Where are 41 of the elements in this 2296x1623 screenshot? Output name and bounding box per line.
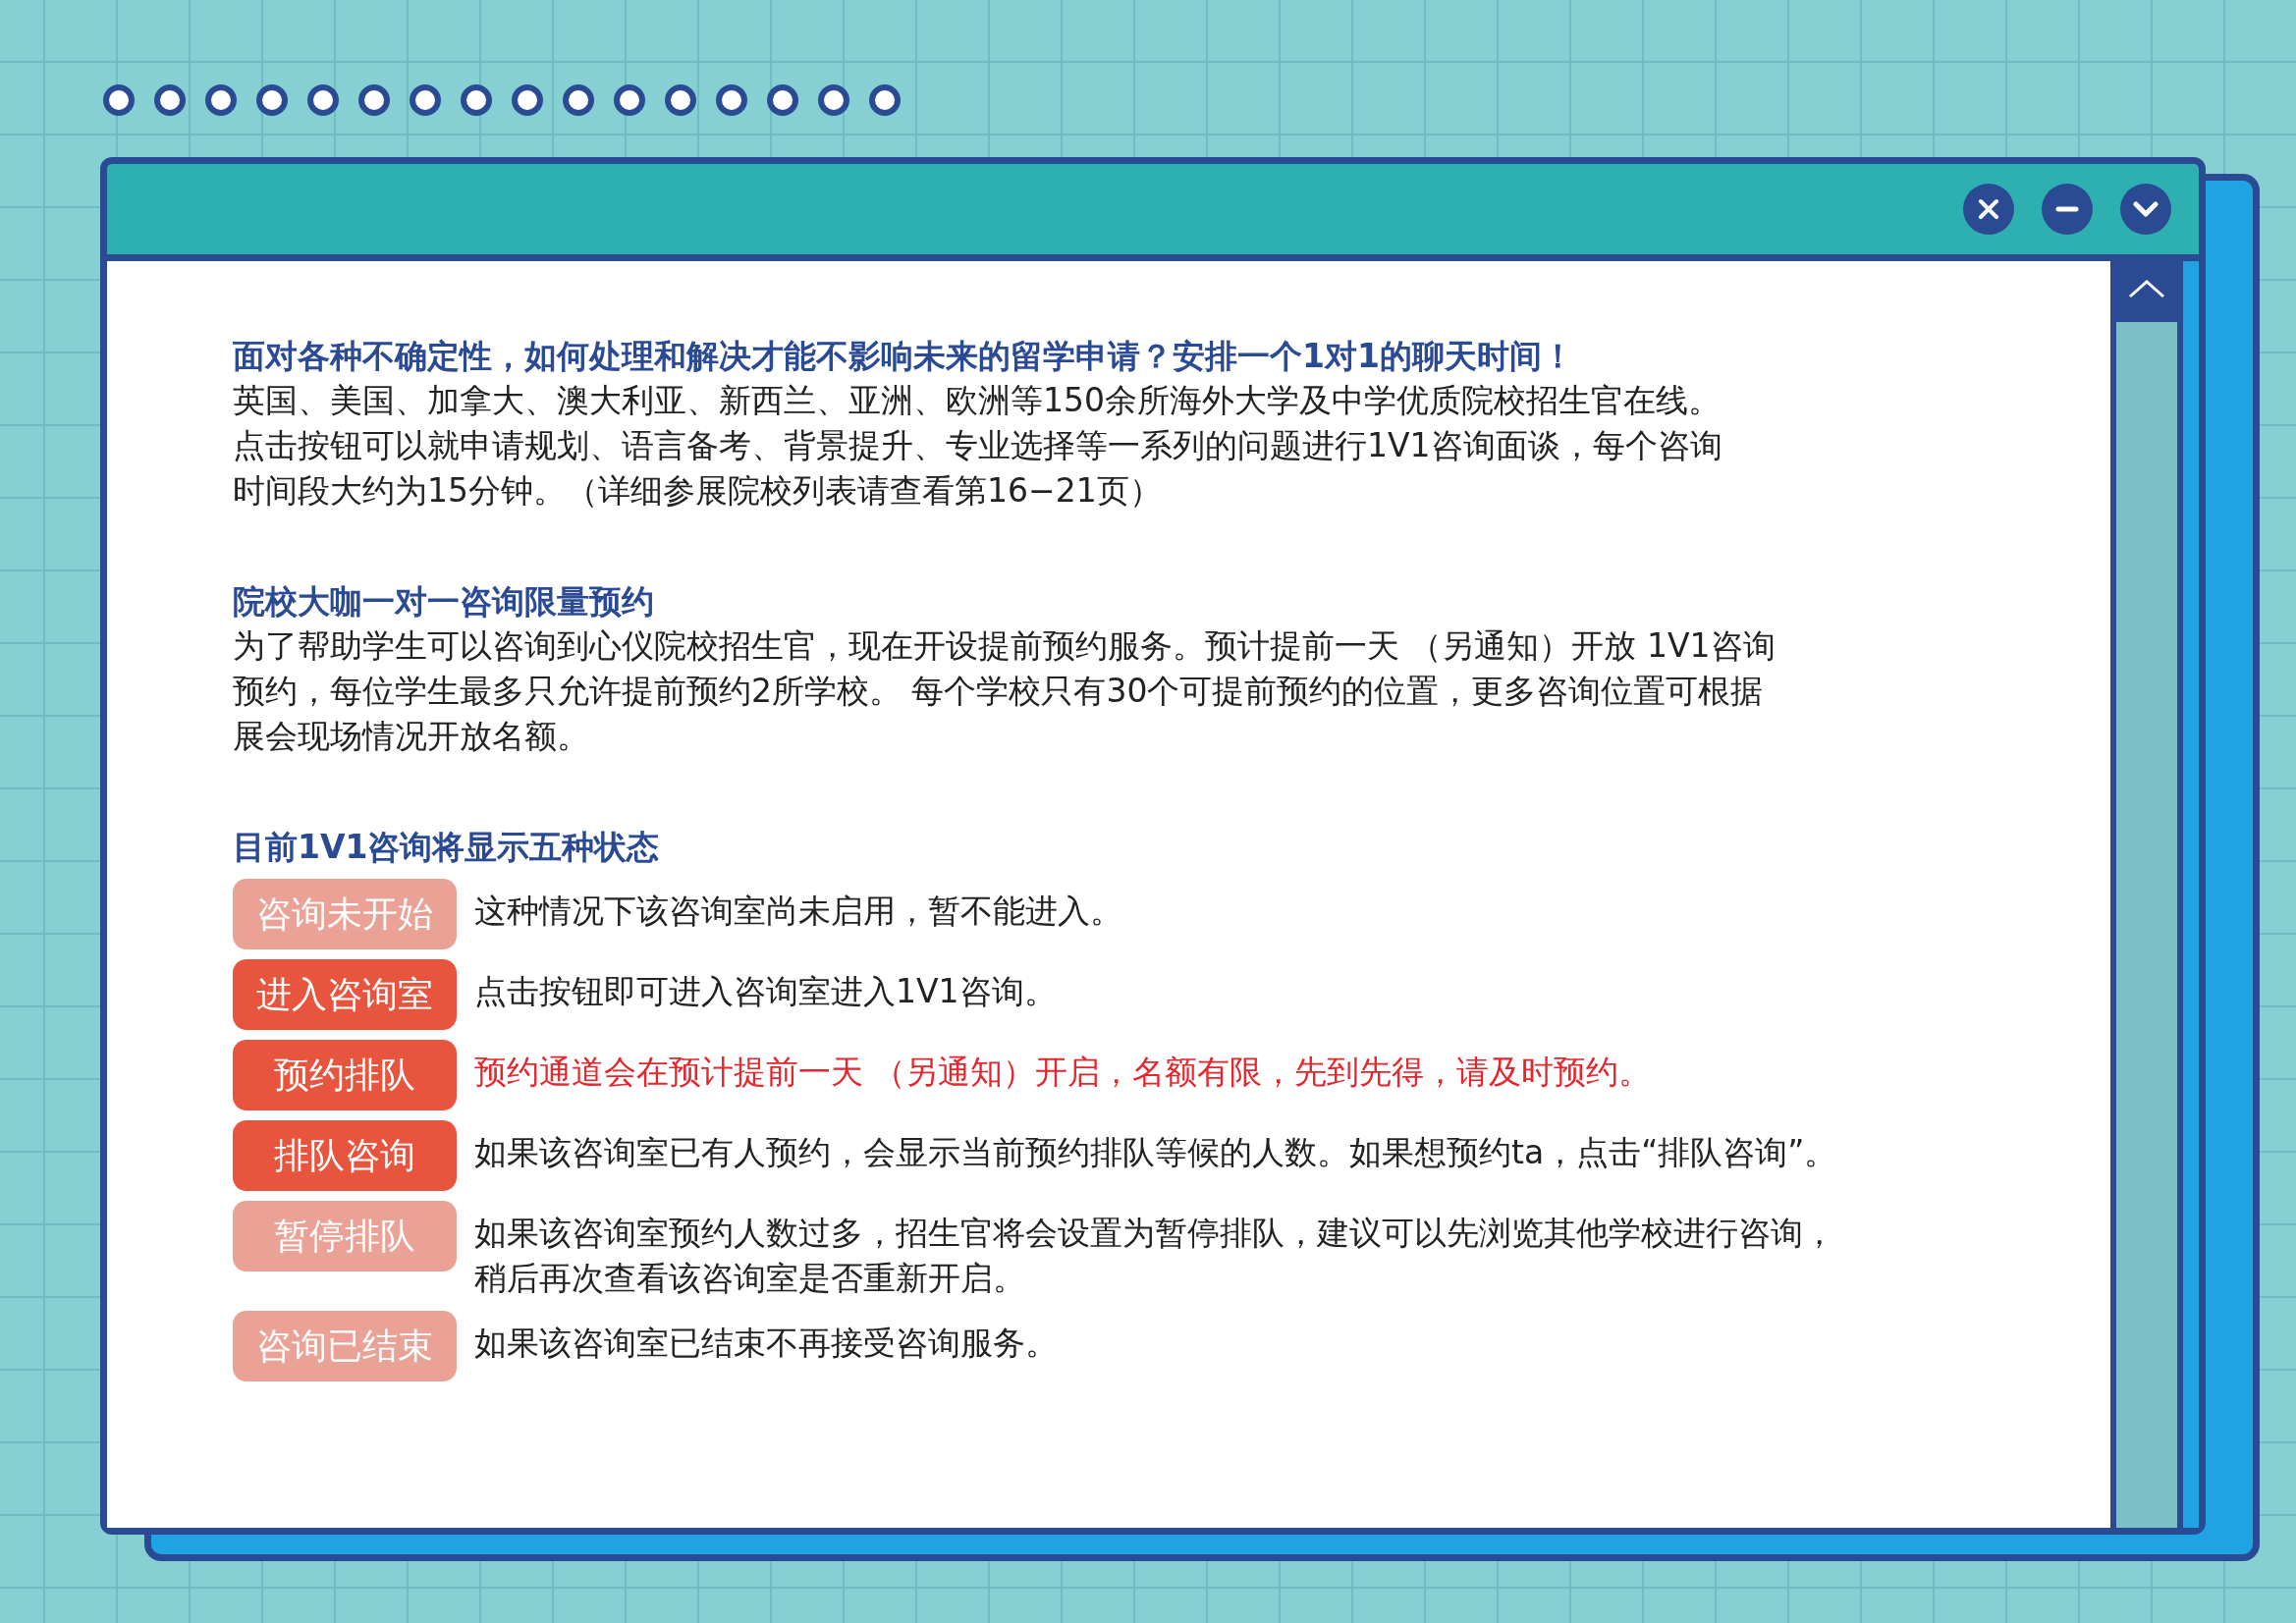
status-badge: 咨询未开始 bbox=[233, 879, 457, 949]
close-button[interactable] bbox=[1963, 184, 2014, 235]
binder-ring bbox=[665, 84, 696, 116]
binder-ring bbox=[563, 84, 594, 116]
minimize-button[interactable] bbox=[2042, 184, 2093, 235]
binder-ring bbox=[461, 84, 492, 116]
section-heading: 目前1V1咨询将显示五种状态 bbox=[233, 827, 661, 868]
binder-ring bbox=[205, 84, 237, 116]
chevron-down-icon bbox=[2133, 201, 2159, 217]
scrollbar[interactable] bbox=[2116, 261, 2183, 1528]
binder-ring bbox=[358, 84, 390, 116]
status-badge: 预约排队 bbox=[233, 1040, 457, 1110]
status-description: 这种情况下该咨询室尚未启用，暂不能进入。 bbox=[474, 891, 1122, 932]
binder-ring bbox=[614, 84, 645, 116]
status-description: 如果该咨询室已有人预约，会显示当前预约排队等候的人数。如果想预约ta，点击“排队咨询”。 bbox=[474, 1132, 1837, 1173]
status-badge: 排队咨询 bbox=[233, 1120, 457, 1191]
status-description: 点击按钮即可进入咨询室进入1V1咨询。 bbox=[474, 971, 1057, 1012]
section-heading: 院校大咖一对一咨询限量预约 bbox=[233, 581, 655, 622]
binder-ring bbox=[818, 84, 849, 116]
paragraph: 为了帮助学生可以咨询到心仪院校招生官，现在开设提前预约服务。预计提前一天 （另通知）开放 1V1咨询 预约，每位学生最多只允许提前预约2所学校。 每个学校只有30个可提前预约的位置，更多咨询位置可根据 展会现场情况开放名额。 bbox=[233, 625, 1777, 757]
binder-ring bbox=[103, 84, 135, 116]
binder-ring bbox=[512, 84, 543, 116]
binder-ring bbox=[256, 84, 288, 116]
binder-ring bbox=[767, 84, 798, 116]
status-badge: 咨询已结束 bbox=[233, 1311, 457, 1381]
binder-ring bbox=[869, 84, 901, 116]
status-badge: 暂停排队 bbox=[233, 1201, 457, 1271]
binder-ring bbox=[716, 84, 747, 116]
status-description: 如果该咨询室已结束不再接受咨询服务。 bbox=[474, 1323, 1058, 1364]
paragraph: 英国、美国、加拿大、澳大利亚、新西兰、亚洲、欧洲等150余所海外大学及中学优质院校招生官在线。 点击按钮可以就申请规划、语言备考、背景提升、专业选择等一系列的问题进行1V1咨询面谈，每个咨询 时间段大约为15分钟。（详细参展院校列表请查看第16−21页） bbox=[233, 380, 1723, 512]
binder-ring bbox=[307, 84, 339, 116]
binder-ring bbox=[410, 84, 441, 116]
status-description: 预约通道会在预计提前一天 （另通知）开启，名额有限，先到先得，请及时预约。 bbox=[474, 1052, 1652, 1093]
close-icon bbox=[1977, 197, 2000, 221]
section-heading: 面对各种不确定性，如何处理和解决才能不影响未来的留学申请？安排一个1对1的聊天时间！ bbox=[233, 336, 1575, 377]
status-badge: 进入咨询室 bbox=[233, 959, 457, 1030]
collapse-button[interactable] bbox=[2120, 184, 2171, 235]
status-description: 如果该咨询室预约人数过多，招生官将会设置为暂停排队，建议可以先浏览其他学校进行咨询， 稍后再次查看该咨询室是否重新开启。 bbox=[474, 1213, 1835, 1299]
chevron-up-icon bbox=[2128, 279, 2165, 298]
binder-ring bbox=[154, 84, 186, 116]
minimize-icon bbox=[2055, 206, 2079, 212]
